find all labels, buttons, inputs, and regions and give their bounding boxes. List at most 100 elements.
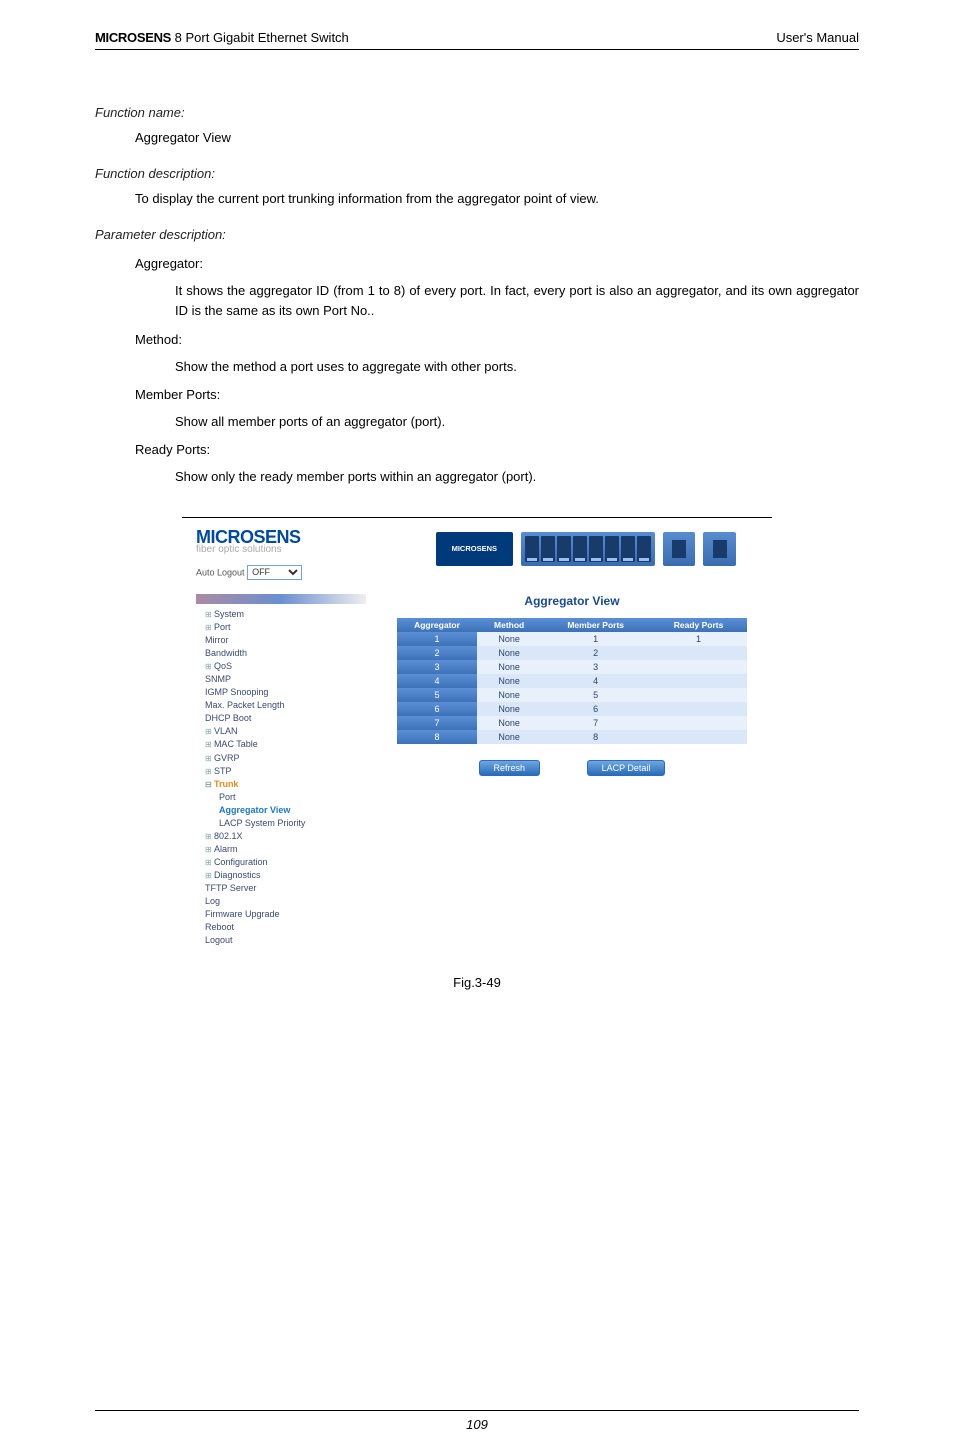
cell-method: None <box>477 660 541 674</box>
cell-aggregator: 3 <box>397 660 477 674</box>
nav-item-mirror[interactable]: Mirror <box>196 634 366 647</box>
col-member-ports: Member Ports <box>541 618 650 632</box>
nav-item-gvrp[interactable]: GVRP <box>196 752 366 765</box>
param-aggregator-text: It shows the aggregator ID (from 1 to 8)… <box>175 281 859 321</box>
cell-aggregator: 7 <box>397 716 477 730</box>
cell-aggregator: 8 <box>397 730 477 744</box>
parameter-description-label: Parameter description: <box>95 227 859 242</box>
cell-method: None <box>477 688 541 702</box>
nav-item-vlan[interactable]: VLAN <box>196 725 366 738</box>
cell-method: None <box>477 646 541 660</box>
cell-member-ports: 3 <box>541 660 650 674</box>
function-description-label: Function description: <box>95 166 859 181</box>
cell-member-ports: 2 <box>541 646 650 660</box>
nav-item-diagnostics[interactable]: Diagnostics <box>196 869 366 882</box>
function-name-value: Aggregator View <box>135 128 859 148</box>
nav-item-firmware-upgrade[interactable]: Firmware Upgrade <box>196 908 366 921</box>
nav-item-aggregator-view[interactable]: Aggregator View <box>210 804 366 817</box>
nav-item-tftp-server[interactable]: TFTP Server <box>196 882 366 895</box>
cell-ready-ports: 1 <box>650 632 747 646</box>
table-row[interactable]: 3None3 <box>397 660 747 674</box>
nav-item-bandwidth[interactable]: Bandwidth <box>196 647 366 660</box>
cell-aggregator: 6 <box>397 702 477 716</box>
figure-caption: Fig.3-49 <box>95 975 859 990</box>
device-banner: MICROSENS <box>436 532 513 566</box>
cell-aggregator: 5 <box>397 688 477 702</box>
nav-item-snmp[interactable]: SNMP <box>196 673 366 686</box>
page-number: 109 <box>95 1411 859 1432</box>
sfp-icon <box>703 532 736 566</box>
cell-aggregator: 1 <box>397 632 477 646</box>
lacp-detail-button[interactable]: LACP Detail <box>587 760 666 776</box>
table-row[interactable]: 4None4 <box>397 674 747 688</box>
nav-item-log[interactable]: Log <box>196 895 366 908</box>
nav-item-stp[interactable]: STP <box>196 765 366 778</box>
cell-ready-ports <box>650 702 747 716</box>
param-ready-heading: Ready Ports: <box>135 442 859 457</box>
nav-item-port[interactable]: Port <box>210 791 366 804</box>
nav-item-logout[interactable]: Logout <box>196 934 366 947</box>
nav-item-igmp-snooping[interactable]: IGMP Snooping <box>196 686 366 699</box>
auto-logout-label: Auto Logout <box>196 567 245 577</box>
header-rule <box>95 49 859 50</box>
refresh-button[interactable]: Refresh <box>479 760 541 776</box>
cell-method: None <box>477 716 541 730</box>
nav-color-bar <box>196 594 366 604</box>
port-strip-icon <box>521 532 655 566</box>
embedded-screenshot: MICROSENS fiber optic solutions Auto Log… <box>182 517 772 965</box>
cell-member-ports: 1 <box>541 632 650 646</box>
col-ready-ports: Ready Ports <box>650 618 747 632</box>
device-graphic: MICROSENS <box>436 528 736 570</box>
nav-item-alarm[interactable]: Alarm <box>196 843 366 856</box>
nav-tree: SystemPortMirrorBandwidthQoSSNMPIGMP Sno… <box>196 594 366 947</box>
app-logo: MICROSENS fiber optic solutions <box>196 528 376 555</box>
auto-logout-select[interactable]: OFF <box>247 565 302 580</box>
nav-item-system[interactable]: System <box>196 608 366 621</box>
nav-item-dhcp-boot[interactable]: DHCP Boot <box>196 712 366 725</box>
cell-ready-ports <box>650 716 747 730</box>
nav-item-max-packet-length[interactable]: Max. Packet Length <box>196 699 366 712</box>
cell-ready-ports <box>650 660 747 674</box>
nav-item-lacp-system-priority[interactable]: LACP System Priority <box>210 817 366 830</box>
function-description-value: To display the current port trunking inf… <box>135 189 859 209</box>
param-aggregator-heading: Aggregator: <box>135 256 859 271</box>
cell-method: None <box>477 702 541 716</box>
table-row[interactable]: 6None6 <box>397 702 747 716</box>
param-method-text: Show the method a port uses to aggregate… <box>175 357 859 377</box>
doc-product: 8 Port Gigabit Ethernet Switch <box>171 30 349 45</box>
cell-member-ports: 6 <box>541 702 650 716</box>
cell-ready-ports <box>650 730 747 744</box>
table-row[interactable]: 7None7 <box>397 716 747 730</box>
nav-item-configuration[interactable]: Configuration <box>196 856 366 869</box>
nav-item-802-1x[interactable]: 802.1X <box>196 830 366 843</box>
cell-aggregator: 2 <box>397 646 477 660</box>
cell-ready-ports <box>650 688 747 702</box>
nav-item-mac-table[interactable]: MAC Table <box>196 738 366 751</box>
cell-member-ports: 7 <box>541 716 650 730</box>
cell-ready-ports <box>650 674 747 688</box>
table-row[interactable]: 2None2 <box>397 646 747 660</box>
function-name-label: Function name: <box>95 105 859 120</box>
doc-header-left: MICROSENS 8 Port Gigabit Ethernet Switch <box>95 30 349 45</box>
cell-member-ports: 5 <box>541 688 650 702</box>
nav-item-port[interactable]: Port <box>196 621 366 634</box>
cell-member-ports: 8 <box>541 730 650 744</box>
table-row[interactable]: 5None5 <box>397 688 747 702</box>
table-row[interactable]: 8None8 <box>397 730 747 744</box>
nav-item-qos[interactable]: QoS <box>196 660 366 673</box>
cell-member-ports: 4 <box>541 674 650 688</box>
nav-item-trunk[interactable]: Trunk <box>196 778 366 791</box>
cell-method: None <box>477 632 541 646</box>
col-aggregator: Aggregator <box>397 618 477 632</box>
cell-method: None <box>477 730 541 744</box>
doc-brand: MICROSENS <box>95 30 171 45</box>
cell-aggregator: 4 <box>397 674 477 688</box>
aggregator-table: Aggregator Method Member Ports Ready Por… <box>397 618 747 744</box>
col-method: Method <box>477 618 541 632</box>
cell-method: None <box>477 674 541 688</box>
param-member-text: Show all member ports of an aggregator (… <box>175 412 859 432</box>
sfp-icon <box>663 532 696 566</box>
param-method-heading: Method: <box>135 332 859 347</box>
nav-item-reboot[interactable]: Reboot <box>196 921 366 934</box>
table-row[interactable]: 1None11 <box>397 632 747 646</box>
